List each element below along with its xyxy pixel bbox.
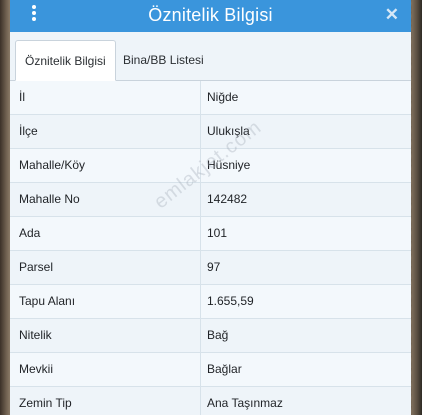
table-row: Mahalle No 142482: [10, 183, 411, 217]
attribute-value: 142482: [207, 192, 248, 206]
attribute-key: İl: [19, 90, 25, 104]
tab-building-list[interactable]: Bina/BB Listesi: [114, 40, 213, 80]
attribute-key: Mahalle No: [19, 192, 80, 206]
attribute-value: Niğde: [207, 90, 239, 104]
column-divider: [200, 319, 201, 352]
table-row: İl Niğde: [10, 81, 411, 115]
table-row: Nitelik Bağ: [10, 319, 411, 353]
tab-bar: Öznitelik Bilgisi Bina/BB Listesi: [10, 38, 411, 81]
attribute-value: Hüsniye: [207, 158, 251, 172]
table-row: Mahalle/Köy Hüsniye: [10, 149, 411, 183]
attribute-key: Nitelik: [19, 328, 52, 342]
attribute-value: 1.655,59: [207, 294, 254, 308]
table-row: Ada 101: [10, 217, 411, 251]
column-divider: [200, 387, 201, 415]
table-row: Tapu Alanı 1.655,59: [10, 285, 411, 319]
tab-attribute-info[interactable]: Öznitelik Bilgisi: [15, 40, 116, 81]
table-row: Mevkii Bağlar: [10, 353, 411, 387]
column-divider: [200, 183, 201, 216]
column-divider: [200, 149, 201, 182]
attribute-value: Bağ: [207, 328, 229, 342]
attribute-value: Ulukışla: [207, 124, 250, 138]
attribute-key: Tapu Alanı: [19, 294, 76, 308]
attribute-value: 97: [207, 260, 221, 274]
attribute-key: Parsel: [19, 260, 54, 274]
attribute-table: İl Niğde İlçe Ulukışla Mahalle/Köy Hüsni…: [10, 81, 411, 415]
close-icon[interactable]: ✕: [385, 5, 399, 25]
panel-title: Öznitelik Bilgisi: [148, 5, 273, 25]
attribute-key: Zemin Tip: [19, 396, 72, 410]
column-divider: [200, 353, 201, 386]
table-row: İlçe Ulukışla: [10, 115, 411, 149]
panel-titlebar: Öznitelik Bilgisi ✕: [10, 0, 411, 32]
column-divider: [200, 251, 201, 284]
column-divider: [200, 81, 201, 114]
attribute-key: Mevkii: [19, 362, 54, 376]
attribute-key: Ada: [19, 226, 41, 240]
attribute-info-panel: Öznitelik Bilgisi ✕ Öznitelik Bilgisi Bi…: [10, 0, 411, 415]
attribute-key: Mahalle/Köy: [19, 158, 86, 172]
attribute-value: 101: [207, 226, 228, 240]
attribute-value: Ana Taşınmaz: [207, 396, 283, 410]
table-row: Parsel 97: [10, 251, 411, 285]
attribute-value: Bağlar: [207, 362, 242, 376]
column-divider: [200, 285, 201, 318]
column-divider: [200, 217, 201, 250]
attribute-key: İlçe: [19, 124, 38, 138]
column-divider: [200, 115, 201, 148]
table-row: Zemin Tip Ana Taşınmaz: [10, 387, 411, 415]
